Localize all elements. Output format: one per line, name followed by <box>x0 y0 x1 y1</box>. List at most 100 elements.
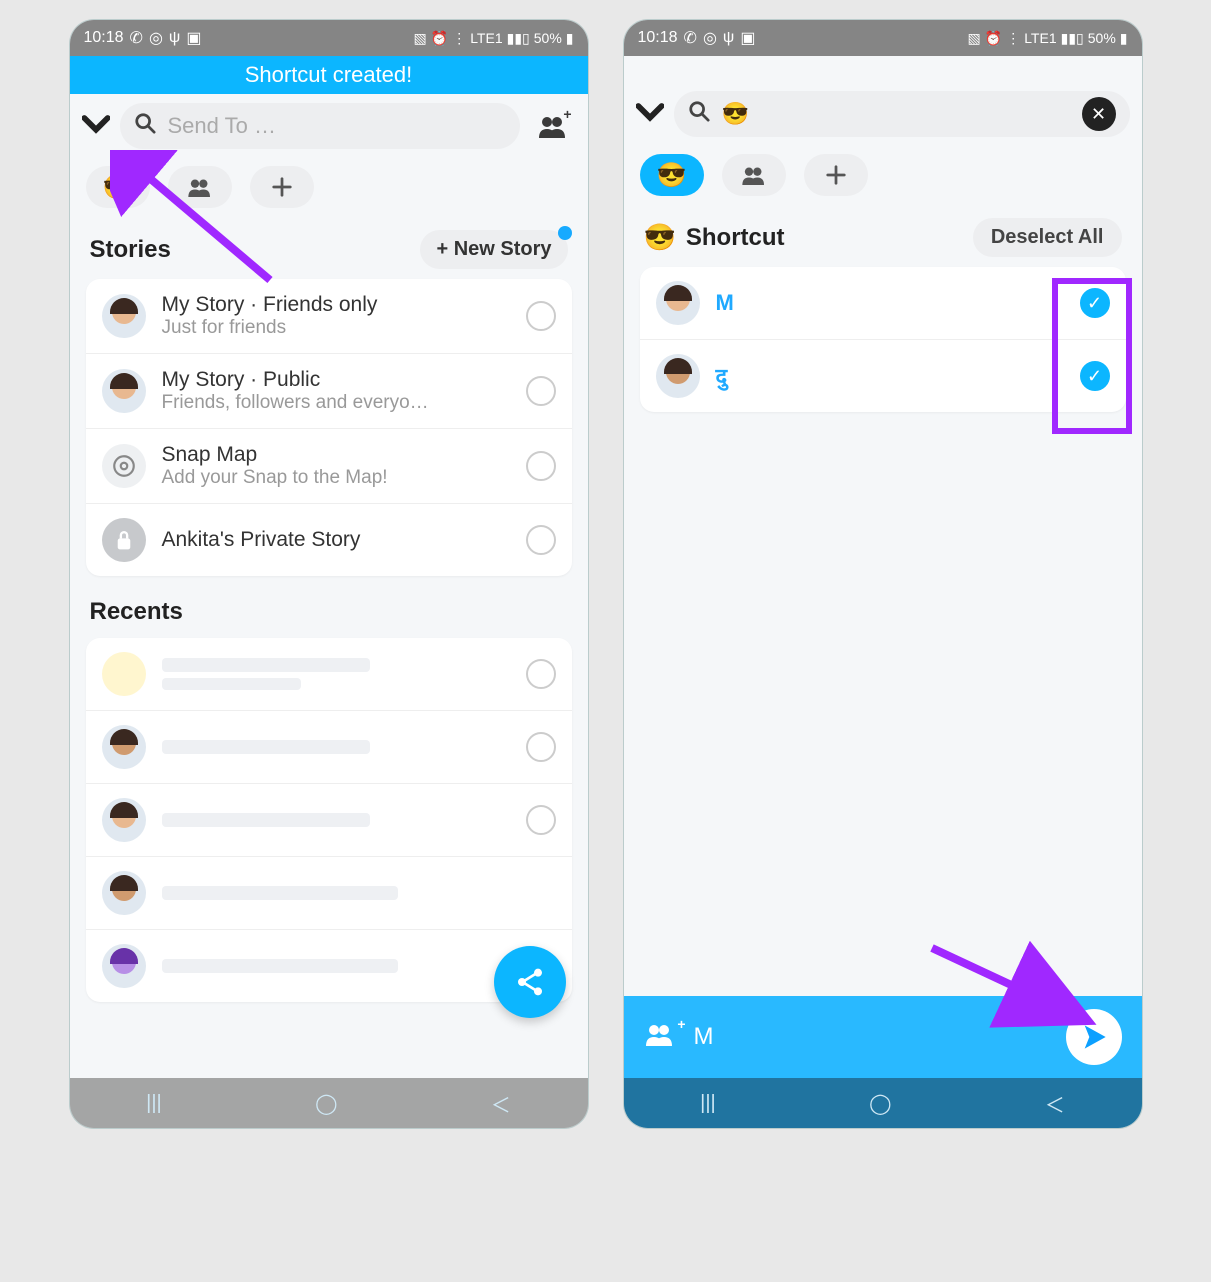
phone-left: 10:18 ✆ ◎ ψ ▣ ▧ ⏰ ⋮ LTE1 ▮▮▯ 50% ▮ Short… <box>70 20 588 1128</box>
stories-label: Stories <box>90 236 171 264</box>
phone-right: 10:18 ✆ ◎ ψ ▣ ▧ ⏰ ⋮ LTE1 ▮▮▯ 50% ▮ 😎 ✕ <box>624 20 1142 1128</box>
nav-recents-icon[interactable]: ||| <box>146 1092 162 1115</box>
select-radio[interactable] <box>526 301 556 331</box>
map-pin-icon <box>102 444 146 488</box>
deselect-all-button[interactable]: Deselect All <box>973 218 1122 257</box>
nav-recents-icon[interactable]: ||| <box>700 1092 716 1115</box>
wifi-icon: ⋮ <box>1006 30 1020 47</box>
nav-home-icon[interactable]: ◯ <box>315 1091 337 1116</box>
recents-label: Recents <box>70 576 588 638</box>
shortcut-emoji-chip[interactable]: 😎 <box>640 154 704 196</box>
shortcut-label: Shortcut <box>686 224 785 252</box>
signal-icon: ▮▮▯ <box>1061 30 1084 47</box>
avatar <box>102 294 146 338</box>
shortcut-created-banner: Shortcut created! <box>70 56 588 94</box>
shortcut-chips: 😎 <box>624 146 1142 204</box>
lock-icon <box>102 518 146 562</box>
select-radio-checked[interactable]: ✓ <box>1080 361 1110 391</box>
gallery-icon: ▣ <box>740 28 755 48</box>
send-to-header: Send To … + <box>70 94 588 158</box>
recent-row[interactable] <box>86 711 572 784</box>
battery-icon: ▮ <box>566 30 574 47</box>
avatar <box>102 725 146 769</box>
search-box[interactable]: 😎 ✕ <box>674 91 1130 137</box>
avatar <box>656 354 700 398</box>
nav-back-icon[interactable]: ＜ <box>1045 1089 1065 1118</box>
add-to-group-icon[interactable]: + <box>644 1022 676 1053</box>
usb-icon: ψ <box>169 29 180 47</box>
stories-card: My Story · Friends only Just for friends… <box>86 279 572 576</box>
select-radio[interactable] <box>526 376 556 406</box>
story-row-snapmap[interactable]: Snap Map Add your Snap to the Map! <box>86 429 572 504</box>
avatar <box>656 281 700 325</box>
member-row[interactable]: M ✓ <box>640 267 1126 340</box>
lte-icon: LTE1 <box>1024 30 1056 46</box>
instagram-icon: ◎ <box>703 28 717 48</box>
status-bar: 10:18 ✆ ◎ ψ ▣ ▧ ⏰ ⋮ LTE1 ▮▮▯ 50% ▮ <box>624 20 1142 56</box>
story-row-friends[interactable]: My Story · Friends only Just for friends <box>86 279 572 354</box>
search-header: 😎 ✕ <box>624 82 1142 146</box>
avatar <box>102 369 146 413</box>
search-box[interactable]: Send To … <box>120 103 520 149</box>
whatsapp-icon: ✆ <box>130 28 143 48</box>
search-icon <box>688 100 710 128</box>
alarm-icon: ⏰ <box>985 30 1002 47</box>
gallery-icon: ▣ <box>186 28 201 48</box>
groups-chip[interactable] <box>168 166 232 208</box>
stories-header: Stories + New Story <box>70 216 588 279</box>
collapse-chevron-icon[interactable] <box>636 98 664 130</box>
status-bar: 10:18 ✆ ◎ ψ ▣ ▧ ⏰ ⋮ LTE1 ▮▮▯ 50% ▮ <box>70 20 588 56</box>
collapse-chevron-icon[interactable] <box>82 110 110 142</box>
add-shortcut-chip[interactable] <box>250 166 314 208</box>
usb-icon: ψ <box>723 29 734 47</box>
recents-card <box>86 638 572 1002</box>
battery-icon: ▮ <box>1120 30 1128 47</box>
battery-text: 50% <box>534 30 562 46</box>
select-radio[interactable] <box>526 805 556 835</box>
vibrate-icon: ▧ <box>414 30 427 47</box>
send-bar: + M <box>624 996 1142 1078</box>
nav-home-icon[interactable]: ◯ <box>869 1091 891 1116</box>
select-radio[interactable] <box>526 525 556 555</box>
lte-icon: LTE1 <box>470 30 502 46</box>
shortcut-members-card: M ✓ दु ✓ <box>640 267 1126 412</box>
whatsapp-icon: ✆ <box>684 28 697 48</box>
avatar <box>102 798 146 842</box>
shortcut-emoji-chip[interactable]: 😎 <box>86 166 150 208</box>
story-row-private[interactable]: Ankita's Private Story <box>86 504 572 576</box>
alarm-icon: ⏰ <box>431 30 448 47</box>
story-row-public[interactable]: My Story · Public Friends, followers and… <box>86 354 572 429</box>
signal-icon: ▮▮▯ <box>507 30 530 47</box>
status-time: 10:18 <box>638 29 678 47</box>
avatar <box>102 652 146 696</box>
avatar <box>102 871 146 915</box>
shortcut-section-header: 😎 Shortcut Deselect All <box>624 204 1142 267</box>
nav-bar: ||| ◯ ＜ <box>624 1078 1142 1128</box>
member-name: M <box>716 290 734 315</box>
shortcut-emoji: 😎 <box>644 222 676 253</box>
recipient-name: M <box>694 1023 1048 1051</box>
send-button[interactable] <box>1066 1009 1122 1065</box>
select-radio[interactable] <box>526 451 556 481</box>
recent-row[interactable] <box>86 784 572 857</box>
add-shortcut-chip[interactable] <box>804 154 868 196</box>
vibrate-icon: ▧ <box>968 30 981 47</box>
new-story-button[interactable]: + New Story <box>420 230 567 269</box>
select-radio-checked[interactable]: ✓ <box>1080 288 1110 318</box>
search-icon <box>134 112 156 140</box>
shortcut-chips: 😎 <box>70 158 588 216</box>
recent-row[interactable] <box>86 857 572 930</box>
new-story-dot-icon <box>558 226 572 240</box>
clear-search-icon[interactable]: ✕ <box>1082 97 1116 131</box>
recent-row[interactable] <box>86 638 572 711</box>
share-fab[interactable] <box>494 946 566 1018</box>
add-group-button[interactable]: + <box>530 106 576 146</box>
member-row[interactable]: दु ✓ <box>640 340 1126 412</box>
search-value: 😎 <box>722 101 749 127</box>
avatar <box>102 944 146 988</box>
nav-back-icon[interactable]: ＜ <box>491 1089 511 1118</box>
groups-chip[interactable] <box>722 154 786 196</box>
select-radio[interactable] <box>526 732 556 762</box>
select-radio[interactable] <box>526 659 556 689</box>
member-name: दु <box>716 364 728 389</box>
